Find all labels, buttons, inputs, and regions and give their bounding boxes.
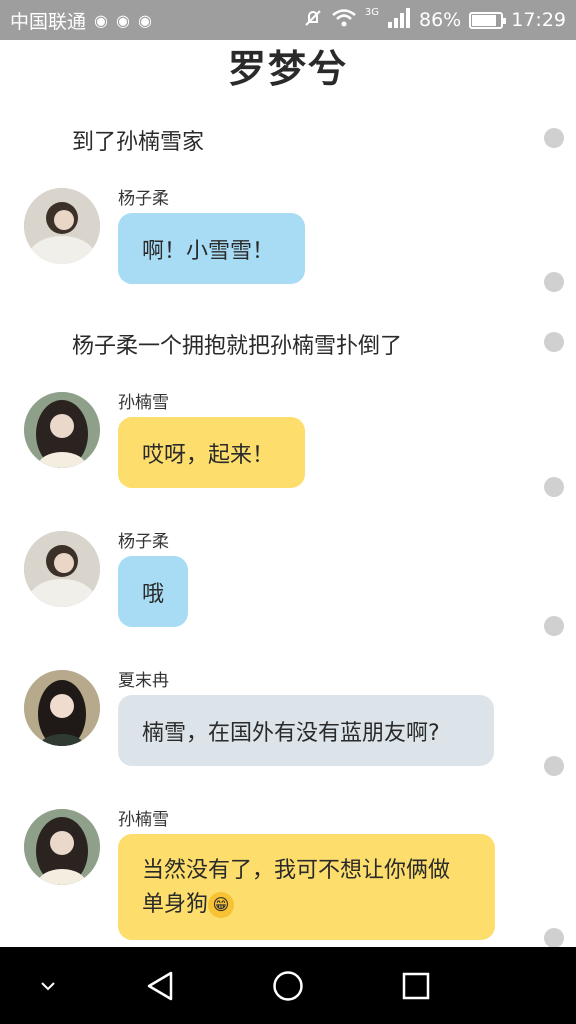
mute-icon — [303, 8, 323, 33]
sender-name: 杨子柔 — [118, 532, 169, 552]
weibo-icon: ◉ — [94, 10, 108, 30]
status-bar: 中国联通 ◉ ◉ ◉ 3G 86% 17:29 — [0, 0, 576, 40]
app-icon: ◉ — [137, 10, 152, 30]
sender-name: 孙楠雪 — [118, 810, 169, 830]
message-status-dot[interactable] — [544, 756, 564, 776]
signal-icon — [387, 7, 411, 33]
app-icon: ◉ — [115, 10, 130, 30]
clock: 17:29 — [511, 9, 566, 31]
message-text: 当然没有了，我可不想让你俩做单身狗 — [142, 858, 451, 917]
avatar[interactable] — [24, 392, 100, 468]
avatar[interactable] — [24, 809, 100, 885]
carrier-label: 中国联通 — [10, 10, 87, 33]
message-status-dot[interactable] — [544, 616, 564, 636]
page-title: 罗梦兮 — [227, 47, 348, 91]
back-icon[interactable] — [138, 947, 182, 1024]
message-bubble[interactable]: 哎呀，起来！ — [118, 417, 305, 488]
message-status-dot[interactable] — [544, 272, 564, 292]
home-icon[interactable] — [266, 947, 310, 1024]
network-type-label: 3G — [364, 6, 379, 18]
recents-icon[interactable] — [394, 947, 438, 1024]
wifi-icon — [331, 8, 357, 33]
avatar[interactable] — [24, 670, 100, 746]
message-status-dot[interactable] — [544, 928, 564, 948]
sender-name: 夏末冉 — [118, 671, 169, 691]
sender-name: 孙楠雪 — [118, 393, 169, 413]
grin-emoji-icon: 😁 — [208, 892, 235, 918]
message-bubble[interactable]: 当然没有了，我可不想让你俩做单身狗 😁 — [118, 834, 495, 940]
avatar[interactable] — [24, 188, 100, 264]
message-status-dot[interactable] — [544, 477, 564, 497]
chevron-down-icon[interactable] — [28, 947, 68, 1024]
narration-text: 到了孙楠雪家 — [72, 130, 205, 155]
message-bubble[interactable]: 啊！小雪雪！ — [118, 213, 305, 284]
message-bubble[interactable]: 哦 — [118, 556, 188, 627]
message-status-dot[interactable] — [544, 128, 564, 148]
sender-name: 杨子柔 — [118, 189, 169, 209]
message-status-dot[interactable] — [544, 332, 564, 352]
avatar[interactable] — [24, 531, 100, 607]
navigation-bar — [0, 947, 576, 1024]
narration-text: 杨子柔一个拥抱就把孙楠雪扑倒了 — [72, 334, 403, 359]
battery-percent: 86% — [419, 9, 462, 31]
battery-icon — [469, 11, 507, 29]
message-bubble[interactable]: 楠雪，在国外有没有蓝朋友啊? — [118, 695, 494, 766]
